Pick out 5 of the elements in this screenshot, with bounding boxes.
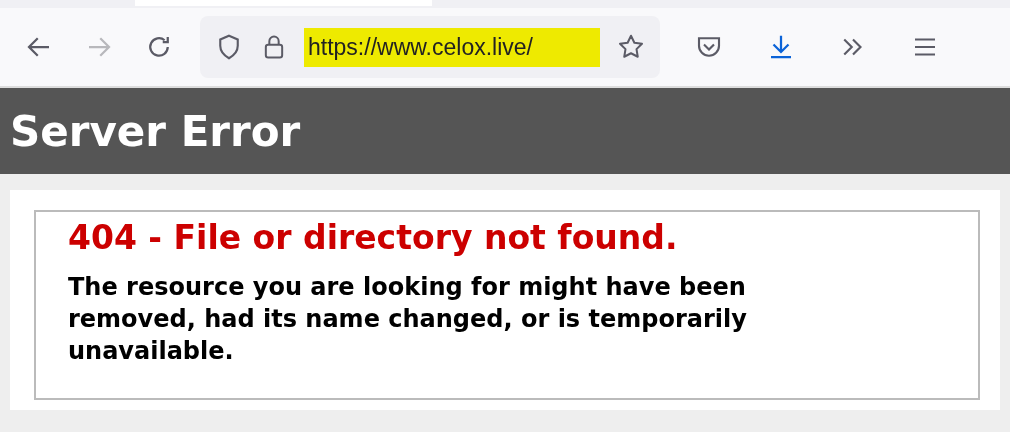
url-text: https://www.celox.live/ — [304, 27, 600, 67]
error-heading: 404 - File or directory not found. — [68, 218, 679, 257]
address-bar[interactable]: https://www.celox.live/ — [200, 16, 660, 78]
error-message: The resource you are looking for might have been removed, had its name changed, or is temporarily unavailable. — [68, 272, 748, 367]
page-title: Server Error — [10, 106, 301, 156]
